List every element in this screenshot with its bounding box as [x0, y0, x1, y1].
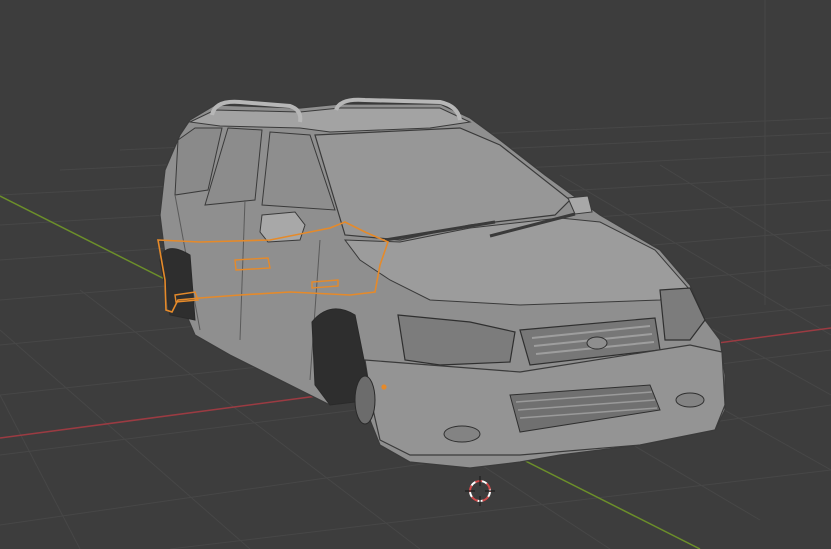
front-wheel: [354, 375, 376, 425]
grille-emblem: [586, 336, 608, 350]
viewport-canvas[interactable]: [0, 0, 831, 549]
car-body-mesh[interactable]: [159, 97, 726, 469]
fog-light-left: [443, 425, 481, 443]
object-origin-dot: [381, 384, 387, 390]
3d-cursor-icon[interactable]: [465, 476, 495, 506]
fog-light-right: [675, 392, 705, 408]
3d-viewport[interactable]: [0, 0, 831, 549]
